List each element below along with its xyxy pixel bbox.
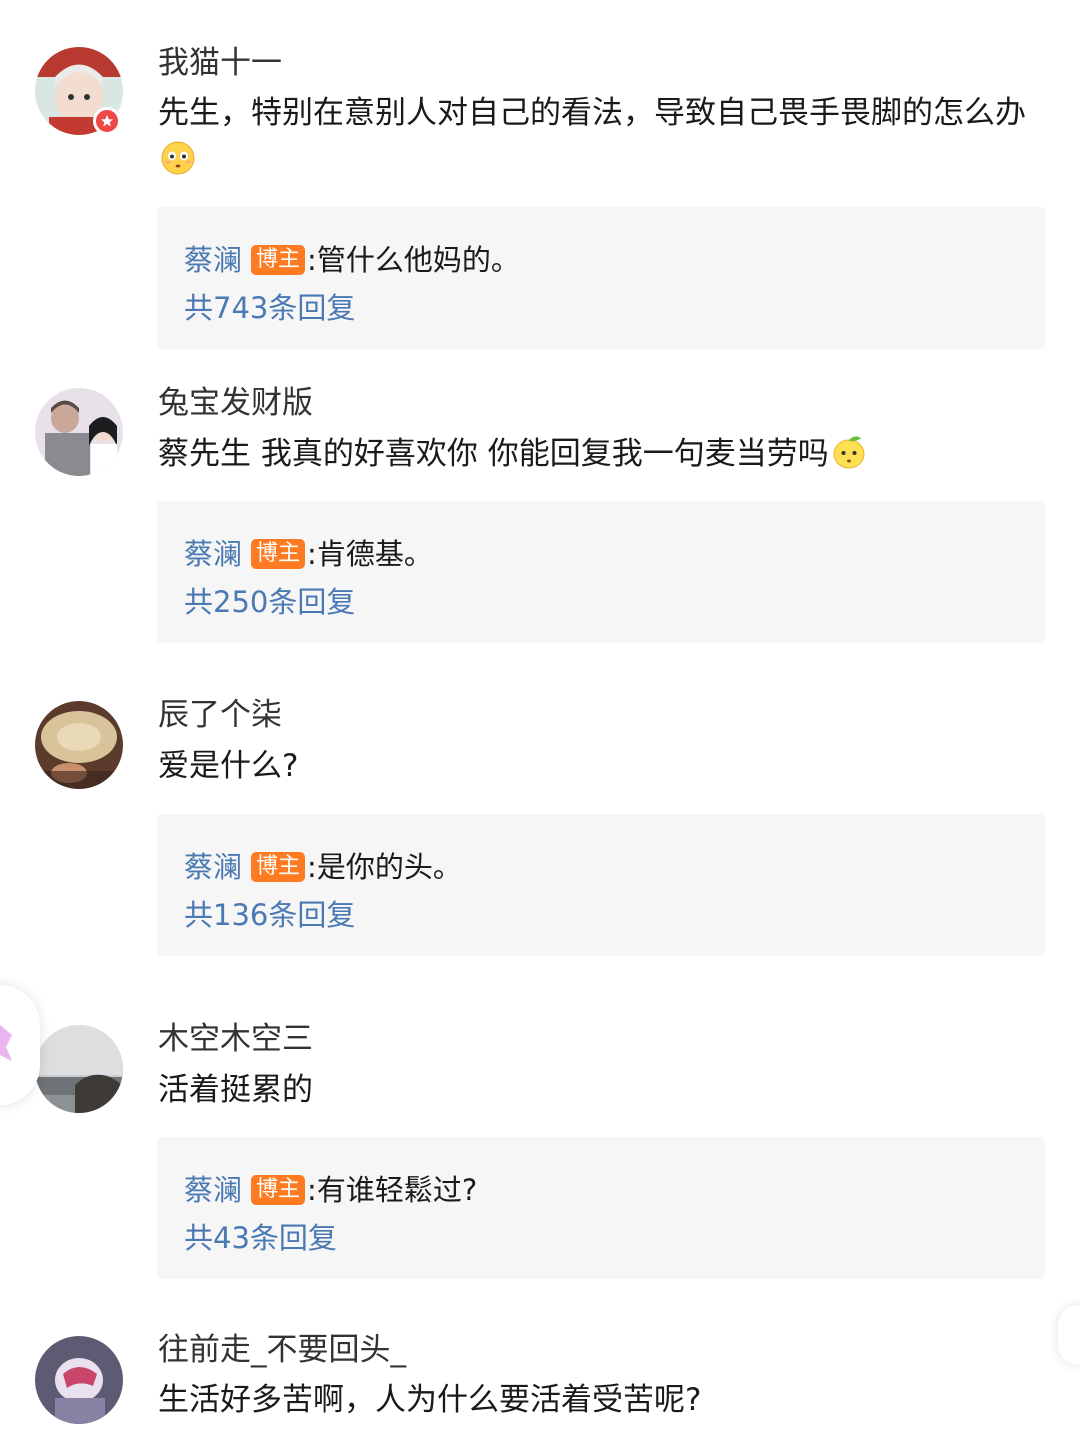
comment-text-body: 爱是什么?	[158, 748, 299, 784]
floating-action-button[interactable]	[1058, 1305, 1080, 1365]
reply-count-link[interactable]: 共43条回复	[184, 1218, 337, 1258]
verified-badge-icon	[93, 107, 121, 135]
host-badge: 博主	[251, 245, 306, 275]
comment-text: 活着挺累的	[158, 1067, 1048, 1114]
host-badge: 博主	[251, 1175, 306, 1205]
comment-text: 生活好多苦啊，人为什么要活着受苦呢?	[158, 1377, 1048, 1424]
reply-author[interactable]: 蔡澜	[184, 1170, 242, 1210]
reply-box[interactable]: 蔡澜 博主 : 肯德基。 共250条回复	[157, 501, 1045, 643]
reply-text: 肯德基。	[316, 537, 433, 571]
comment-username[interactable]: 我猫十一	[158, 43, 282, 83]
sticker-icon	[0, 1025, 12, 1061]
comment-text-body: 先生，特别在意别人对自己的看法，导致自己畏手畏脚的怎么办	[158, 95, 1026, 131]
reply-box[interactable]: 蔡澜 博主 : 有谁轻鬆过? 共43条回复	[157, 1137, 1045, 1279]
avatar[interactable]	[35, 1336, 123, 1424]
avatar[interactable]	[35, 701, 123, 789]
comment-text-body: 活着挺累的	[158, 1072, 313, 1108]
comment-username[interactable]: 辰了个柒	[158, 695, 282, 735]
reply-line: 蔡澜 博主 : 管什么他妈的。	[184, 240, 520, 280]
comment-username[interactable]: 木空木空三	[158, 1019, 313, 1059]
reply-colon: :	[307, 850, 317, 884]
host-badge: 博主	[251, 539, 306, 569]
comment-text: 蔡先生 我真的好喜欢你 你能回复我一句麦当劳吗	[158, 431, 1048, 478]
lemon-face-emoji-icon	[831, 434, 867, 470]
reply-line: 蔡澜 博主 : 是你的头。	[184, 847, 462, 887]
comment-text-body: 生活好多苦啊，人为什么要活着受苦呢?	[158, 1382, 702, 1418]
comment-text-body: 蔡先生 我真的好喜欢你 你能回复我一句麦当劳吗	[158, 436, 829, 472]
comment-text: 爱是什么?	[158, 743, 1048, 790]
reply-colon: :	[307, 1173, 317, 1207]
reply-count-link[interactable]: 共743条回复	[184, 288, 355, 328]
reply-colon: :	[307, 537, 317, 571]
reply-text: 是你的头。	[316, 850, 462, 884]
reply-count-link[interactable]: 共136条回复	[184, 895, 355, 935]
reply-line: 蔡澜 博主 : 有谁轻鬆过?	[184, 1170, 477, 1210]
comment-username[interactable]: 兔宝发财版	[158, 383, 313, 423]
floating-sticker-button[interactable]	[0, 985, 40, 1105]
avatar[interactable]	[35, 1025, 123, 1113]
avatar[interactable]	[35, 388, 123, 476]
comment-username[interactable]: 往前走_不要回头_	[158, 1330, 406, 1370]
reply-author[interactable]: 蔡澜	[184, 240, 242, 280]
reply-text: 管什么他妈的。	[316, 243, 520, 277]
reply-count-link[interactable]: 共250条回复	[184, 582, 355, 622]
reply-author[interactable]: 蔡澜	[184, 534, 242, 574]
reply-colon: :	[307, 243, 317, 277]
comment-text: 先生，特别在意别人对自己的看法，导致自己畏手畏脚的怎么办	[158, 90, 1048, 184]
comment-item: 我猫十一 先生，特别在意别人对自己的看法，导致自己畏手畏脚的怎么办 蔡澜 博主 …	[0, 0, 1080, 360]
reply-box[interactable]: 蔡澜 博主 : 管什么他妈的。 共743条回复	[157, 207, 1045, 349]
flushed-face-emoji-icon	[160, 140, 196, 176]
reply-author[interactable]: 蔡澜	[184, 847, 242, 887]
reply-box[interactable]: 蔡澜 博主 : 是你的头。 共136条回复	[157, 814, 1045, 956]
host-badge: 博主	[251, 852, 306, 882]
reply-line: 蔡澜 博主 : 肯德基。	[184, 534, 433, 574]
reply-text: 有谁轻鬆过?	[316, 1173, 478, 1207]
